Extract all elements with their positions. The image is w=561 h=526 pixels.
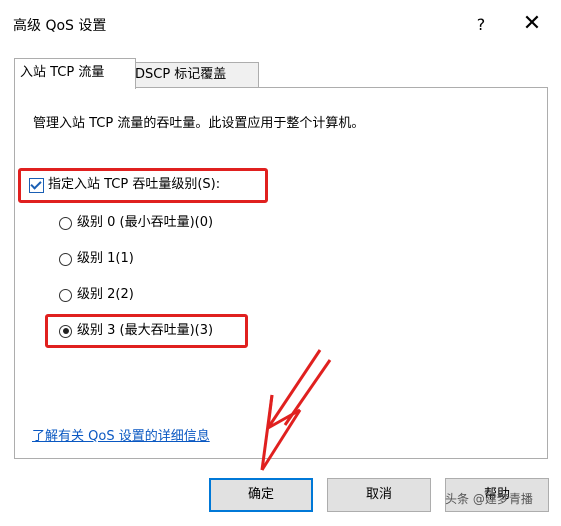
tab-inbound-tcp[interactable]: 入站 TCP 流量 <box>14 58 136 89</box>
ok-button[interactable]: 确定 <box>209 478 313 512</box>
cancel-button[interactable]: 取消 <box>327 478 431 512</box>
watermark-text: 头条 @建梦青播 <box>445 492 533 506</box>
